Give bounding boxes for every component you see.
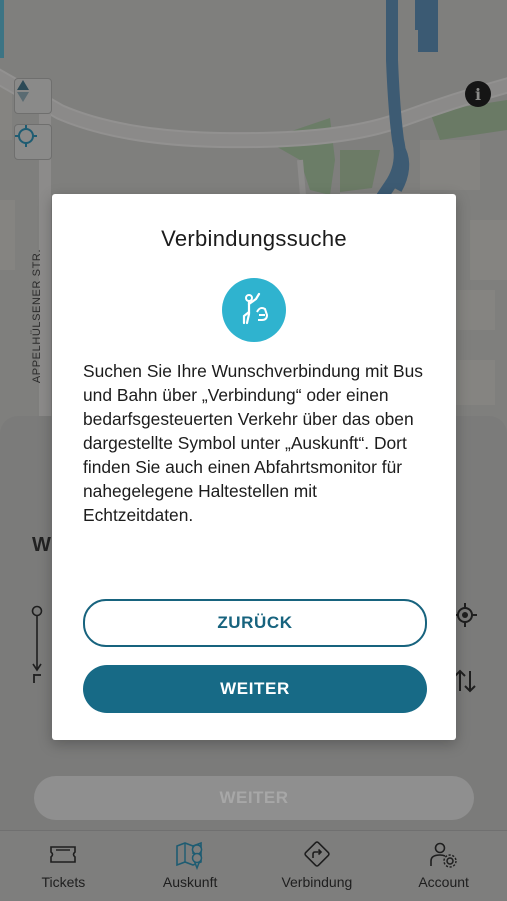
search-button-disabled: WEITER	[34, 776, 474, 820]
tab-label: Tickets	[41, 874, 86, 890]
back-button[interactable]: ZURÜCK	[83, 599, 427, 647]
street-label: APPELHÜLSENER STR.	[31, 248, 44, 384]
user-settings-icon	[429, 842, 457, 868]
info-icon: i	[474, 84, 482, 104]
next-button[interactable]: WEITER	[83, 665, 427, 713]
tab-label: Verbindung	[281, 874, 353, 890]
dialog-body-text: Suchen Sie Ihre Wunschverbindung mit Bus…	[83, 361, 423, 525]
locate-button[interactable]	[14, 124, 52, 160]
tab-label: Account	[418, 874, 469, 890]
ticket-icon	[50, 846, 77, 863]
person-raised-hand-icon	[242, 292, 269, 325]
locate-icon	[15, 125, 37, 147]
on-demand-transport-icon	[222, 278, 286, 342]
bottom-tab-bar: Tickets Auskunft Verbindung Account	[0, 830, 507, 901]
route-direction-icon	[304, 841, 330, 867]
map-pin-icon	[176, 841, 203, 870]
route-line-icon	[31, 605, 43, 683]
dialog-title: Verbindungssuche	[161, 226, 347, 251]
onboarding-dialog: Verbindungssuche Suchen Sie Ihre Wunschv…	[52, 194, 456, 740]
tab-auskunft[interactable]: Auskunft	[127, 831, 254, 901]
tab-label: Auskunft	[162, 874, 218, 890]
info-button[interactable]: i	[465, 81, 491, 107]
sheet-title: W	[32, 534, 51, 556]
map-edge-accent	[0, 0, 4, 58]
tab-verbindung[interactable]: Verbindung	[254, 831, 381, 901]
compass-button[interactable]	[14, 78, 52, 114]
compass-icon	[17, 80, 29, 102]
tab-account[interactable]: Account	[380, 831, 507, 901]
tab-tickets[interactable]: Tickets	[0, 831, 127, 901]
